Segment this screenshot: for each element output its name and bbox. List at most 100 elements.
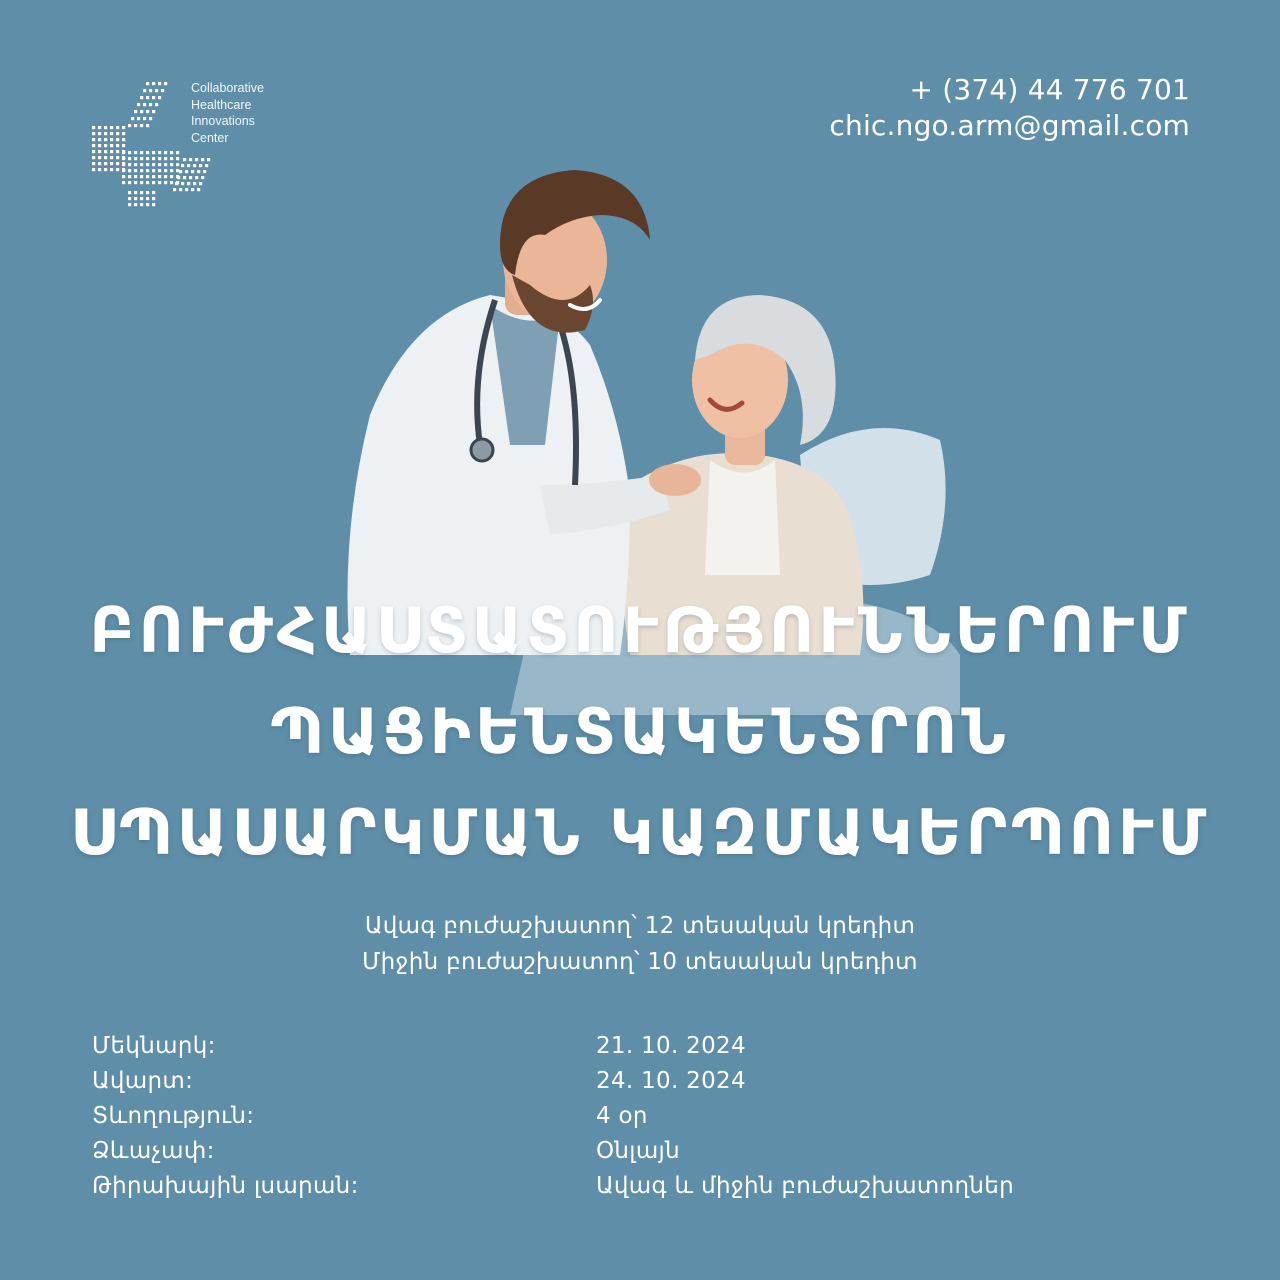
logo-dot [104,132,108,136]
logo-dot [137,103,141,107]
middle-credits: Միջին բուժաշխատող՝ 10 տեսական կրեդիտ [362,949,918,975]
detail-label: Տևողություն: [92,1103,255,1129]
logo-dot [164,151,168,155]
logo-dot [197,170,201,174]
course-title: ԲՈՒԺՀԱՍՏԱՏՈՒԹՅՈՒՆՆԵՐՈՒՄ ՊԱՑԻԵՆՏԱԿԵՆՏՐՈՆ … [0,580,1280,883]
logo-dot [179,188,183,192]
logo-dot [110,144,114,148]
detail-value: Օնլայն [596,1138,680,1164]
logo-dot [187,164,191,168]
logo-dot [199,182,203,186]
logo-dot [140,191,144,195]
logo-dot [207,158,211,162]
logo-dot [164,82,168,86]
logo-dot [92,156,96,160]
logo-dot [152,197,156,201]
logo-dot [185,188,189,192]
logo-line: Healthcare [191,97,252,112]
title-line-1: ԲՈՒԺՀԱՍՏԱՏՈՒԹՅՈՒՆՆԵՐՈՒՄ [89,594,1191,667]
detail-value: 24. 10. 2024 [596,1068,746,1094]
logo-dot [128,124,132,128]
logo-line: Innovations [191,114,255,128]
logo-dot [128,157,132,161]
logo-dot [152,169,156,173]
logo-dot [146,82,150,86]
logo-dot [128,169,132,173]
logo-dot [140,169,144,173]
logo-dot [137,117,141,121]
detail-value: Ավագ և միջին բուժաշխատողներ [596,1173,1015,1199]
logo-dot [199,164,203,168]
logo-dot [98,168,102,172]
logo-dot [179,170,183,174]
logo-dot [134,110,138,114]
logo-dot [149,117,153,121]
detail-value: 4 օր [596,1103,648,1129]
logo-dot [146,151,150,155]
logo-dot [152,203,156,207]
logo-dot [92,144,96,148]
logo-dot [152,191,156,195]
logo-dot [98,144,102,148]
logo-dot [98,132,102,136]
logo-line: Center [191,130,229,145]
logo-dot [116,138,120,142]
course-details: Մեկնարկ: 21. 10. 2024 Ավարտ: 24. 10. 202… [92,1029,1192,1204]
logo-dot [122,126,126,130]
logo-dot [189,158,193,162]
detail-label: Ավարտ: [92,1068,194,1094]
logo-dot [152,175,156,179]
logo-dot [110,156,114,160]
logo-dot [191,170,195,174]
logo-dot [158,82,162,86]
logo-dot [134,169,138,173]
logo-dot [146,169,150,173]
logo-dot [158,96,162,100]
logo-dot [122,157,126,161]
logo-dot [110,150,114,154]
logo-dot [92,150,96,154]
logo-dot [152,181,156,185]
email-address[interactable]: chic.ngo.arm@gmail.com [829,108,1190,144]
logo-dot [195,158,199,162]
logo-dot [158,175,162,179]
detail-row: Մեկնարկ: 21. 10. 2024 [92,1029,1192,1064]
logo-dot [158,163,162,167]
logo-dot [170,163,174,167]
logo-dot [122,132,126,136]
patient-shirt-shape [705,460,780,575]
logo-dot [104,150,108,154]
logo-dot [140,163,144,167]
logo-dot [140,181,144,185]
logo-dot [146,163,150,167]
logo-dot [140,197,144,201]
logo-dot [170,151,174,155]
logo-dot [149,103,153,107]
logo-dot [146,96,150,100]
detail-label: Մեկնարկ: [92,1033,216,1059]
logo-dot [155,103,159,107]
logo-dot [134,151,138,155]
logo-dot [152,151,156,155]
phone-number[interactable]: + (374) 44 776 701 [829,72,1190,108]
logo-dot [146,203,150,207]
logo-dot [164,157,168,161]
logo-dot [128,203,132,207]
logo-dot [116,126,120,130]
logo-dot [152,163,156,167]
logo-dot [170,169,174,173]
title-line-2: ՊԱՑԻԵՆՏԱԿԵՆՏՐՈՆ [270,695,1010,768]
logo-dot [140,110,144,114]
logo-dot [146,157,150,161]
logo-dot [152,96,156,100]
logo-dot [116,162,120,166]
logo-dot [152,157,156,161]
logo-dot [152,82,156,86]
logo-dot [116,156,120,160]
logo-dot [110,132,114,136]
logo-dot [161,89,165,93]
logo-dot [122,175,126,179]
logo-dot [122,138,126,142]
logo-dot [176,151,180,155]
logo-dot [122,151,126,155]
